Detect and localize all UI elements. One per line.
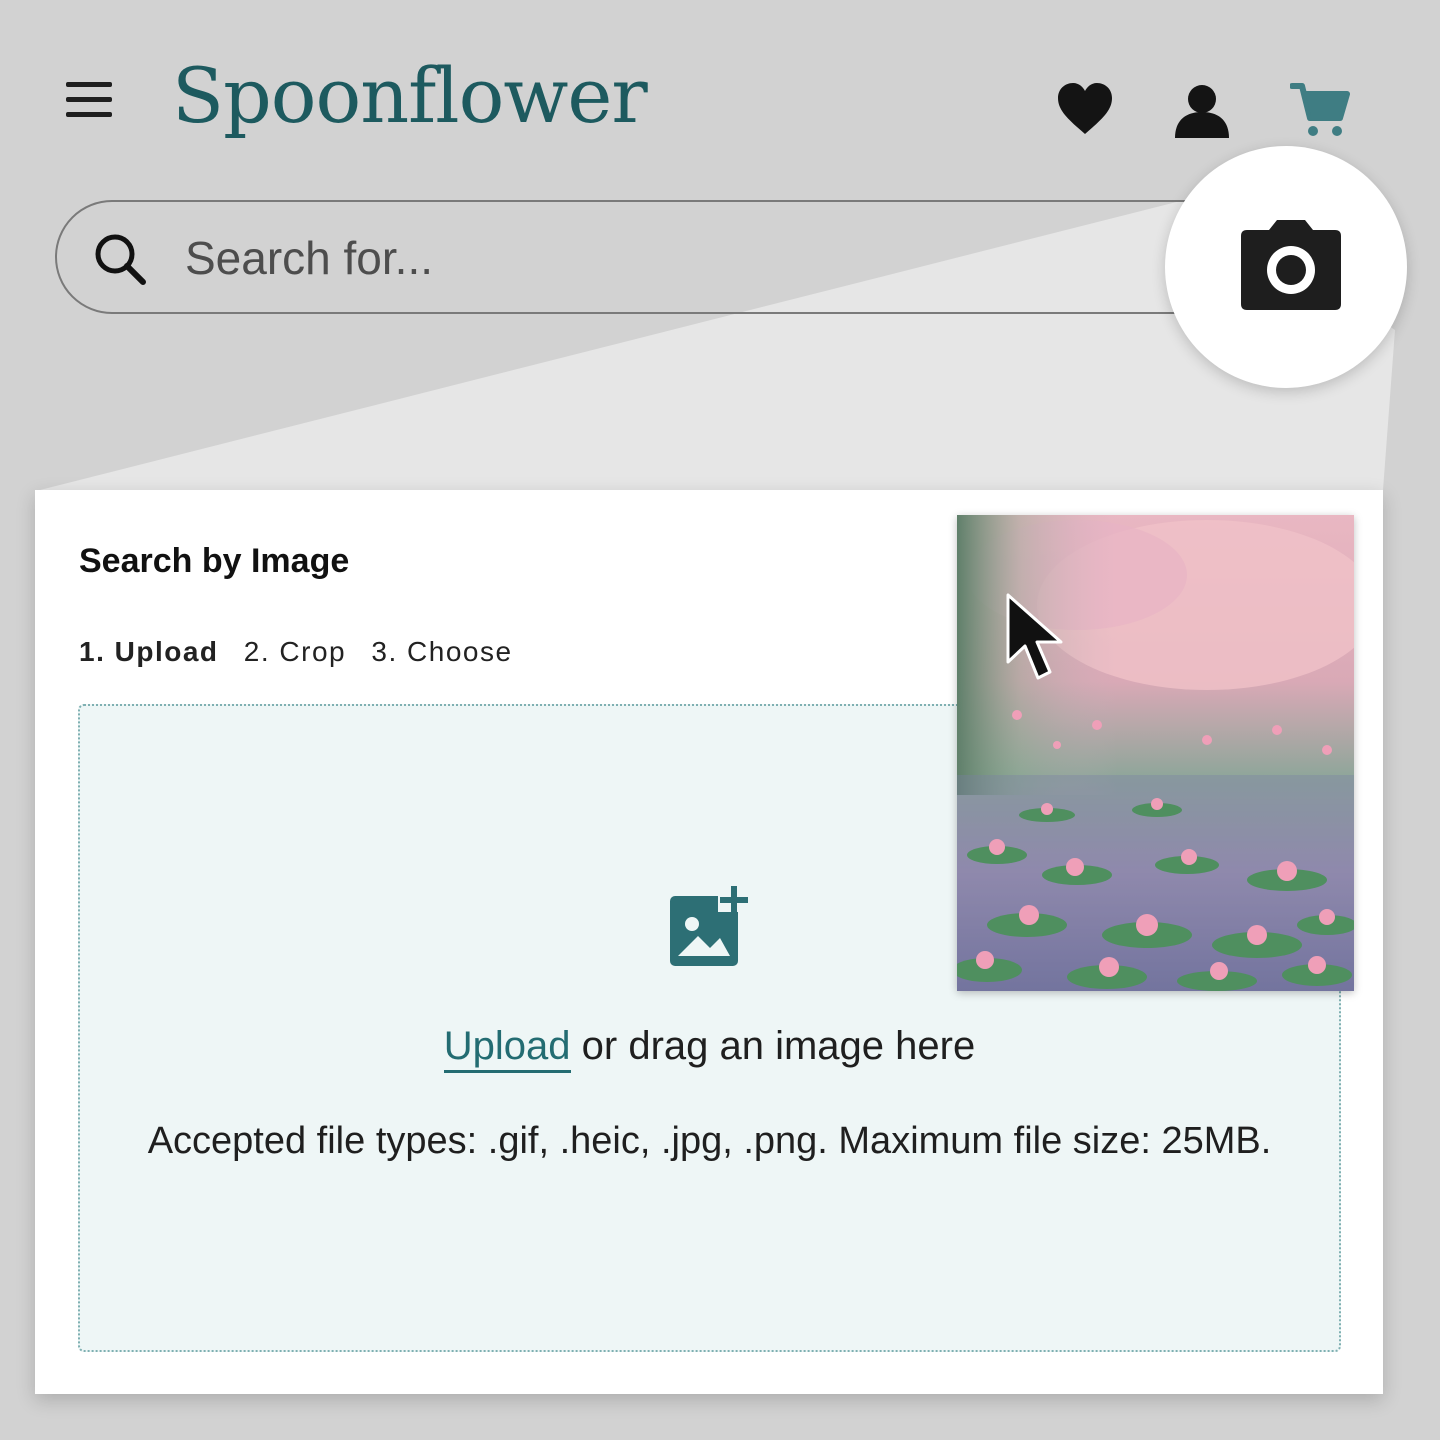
panel-title: Search by Image — [79, 542, 350, 580]
search-icon[interactable] — [93, 232, 149, 288]
step-crop: 2. Crop — [243, 636, 347, 667]
heart-icon[interactable] — [1055, 80, 1115, 140]
file-types-note: Accepted file types: .gif, .heic, .jpg, … — [147, 1120, 1272, 1162]
camera-icon — [1241, 220, 1341, 310]
site-logo[interactable]: Spoonflower — [172, 58, 648, 134]
site-header: Spoonflower — [0, 0, 1440, 190]
step-upload: 1. Upload — [79, 636, 219, 667]
dragged-image-preview[interactable] — [957, 515, 1354, 991]
upload-link[interactable]: Upload — [443, 1024, 571, 1073]
search-bar[interactable] — [55, 200, 1305, 314]
add-image-icon — [670, 882, 754, 966]
search-input[interactable] — [185, 230, 885, 286]
user-icon[interactable] — [1172, 80, 1232, 140]
step-choose: 3. Choose — [371, 636, 513, 667]
upload-instructions: Upload or drag an image here — [80, 1024, 1339, 1073]
cart-icon[interactable] — [1290, 80, 1350, 140]
step-indicator: 1. Upload 2. Crop 3. Choose — [79, 636, 529, 668]
hamburger-menu-icon[interactable] — [66, 80, 114, 117]
image-search-button[interactable] — [1165, 146, 1407, 388]
drag-text: or drag an image here — [570, 1024, 976, 1068]
mouse-pointer-icon — [1006, 593, 1063, 680]
